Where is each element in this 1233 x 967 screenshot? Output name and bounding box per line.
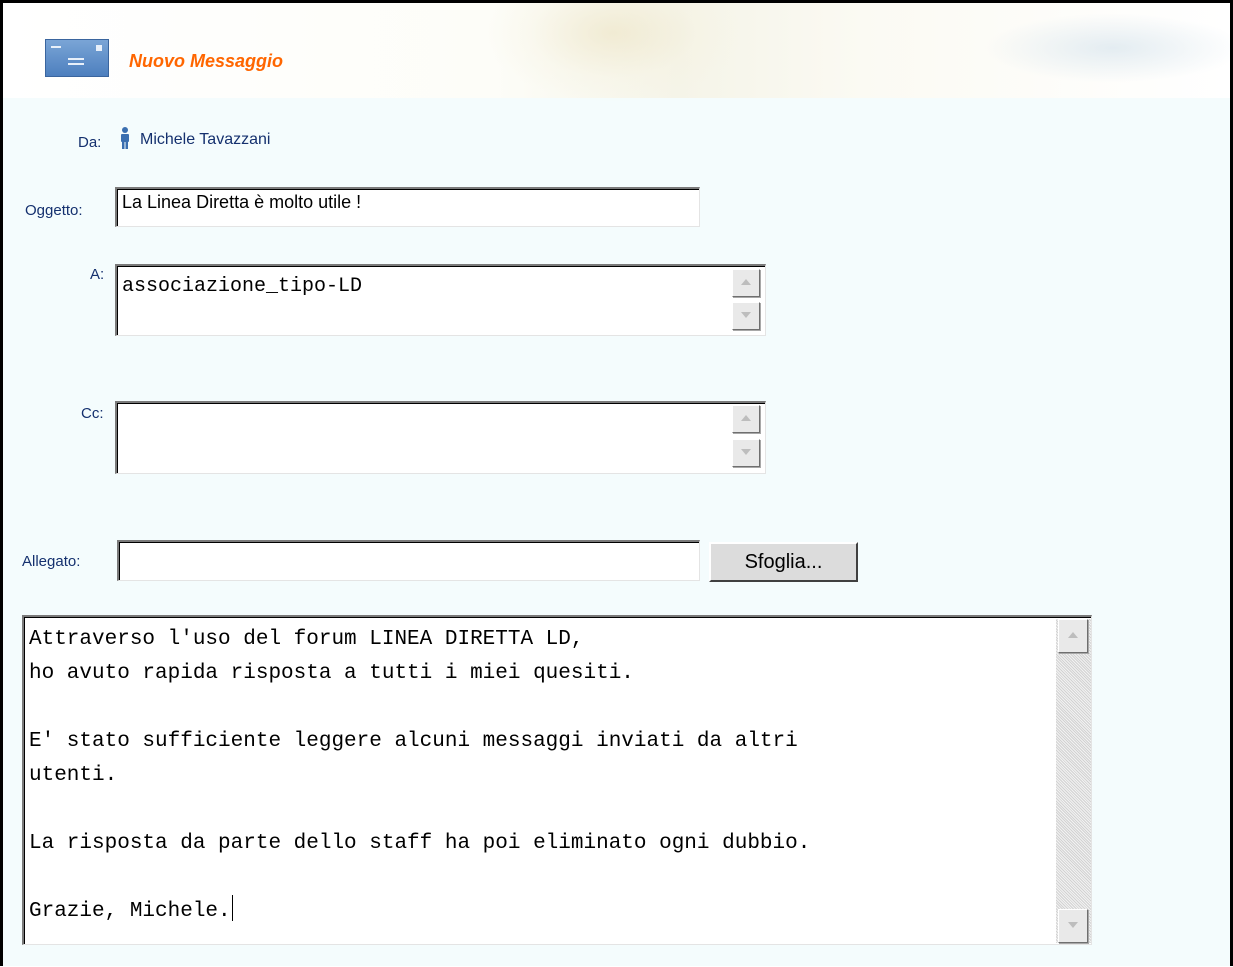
message-body-line	[29, 793, 810, 827]
message-body-line: La risposta da parte dello staff ha poi …	[29, 832, 811, 855]
attachment-value	[119, 542, 699, 545]
envelope-icon	[45, 39, 109, 77]
to-scroll-down-button[interactable]	[732, 302, 760, 330]
to-scroll-up-button[interactable]	[732, 269, 760, 297]
arrow-up-icon	[741, 279, 751, 285]
arrow-down-icon	[741, 449, 751, 455]
message-body-line: Grazie, Michele.	[29, 895, 810, 929]
attachment-label: Allegato:	[22, 553, 81, 570]
sender-name: Michele Tavazzani	[140, 131, 271, 148]
browse-button[interactable]: Sfoglia...	[709, 542, 858, 582]
to-textarea[interactable]: associazione_tipo-LD	[115, 264, 766, 336]
person-icon	[121, 127, 129, 149]
message-body-line: Attraverso l'uso del forum LINEA DIRETTA…	[29, 628, 584, 651]
cc-label: Cc:	[81, 405, 104, 422]
subject-value: La Linea Diretta è molto utile !	[122, 192, 362, 212]
message-compose-panel: Nuovo Messaggio Da: Michele Tavazzani Og…	[0, 0, 1233, 966]
body-scroll-down-button[interactable]	[1058, 909, 1088, 943]
message-body-line: utenti.	[29, 764, 118, 787]
arrow-up-icon	[741, 415, 751, 421]
arrow-down-icon	[1068, 922, 1078, 928]
message-body-line	[29, 691, 810, 725]
message-body-line: E' stato sufficiente leggere alcuni mess…	[29, 730, 798, 753]
message-body-line: ho avuto rapida risposta a tutti i miei …	[29, 662, 634, 685]
body-scrollbar[interactable]	[1056, 619, 1091, 943]
arrow-down-icon	[741, 312, 751, 318]
from-label: Da:	[78, 134, 102, 151]
cc-scroll-up-button[interactable]	[732, 405, 760, 433]
header-decoration	[483, 3, 743, 103]
message-body-textarea[interactable]: Attraverso l'uso del forum LINEA DIRETTA…	[22, 615, 1092, 945]
message-body-line	[29, 861, 810, 895]
body-scroll-up-button[interactable]	[1058, 619, 1088, 653]
arrow-up-icon	[1068, 632, 1078, 638]
text-caret	[231, 895, 233, 921]
page-title: Nuovo Messaggio	[129, 51, 284, 71]
to-value: associazione_tipo-LD	[122, 275, 363, 298]
subject-input[interactable]: La Linea Diretta è molto utile !	[115, 187, 700, 227]
header-decoration-right	[983, 13, 1230, 83]
subject-label: Oggetto:	[25, 202, 83, 219]
cc-scroll-down-button[interactable]	[732, 439, 760, 467]
to-label: A:	[90, 266, 105, 283]
message-body-text: Attraverso l'uso del forum LINEA DIRETTA…	[29, 623, 810, 929]
attachment-input[interactable]	[117, 540, 700, 581]
cc-textarea[interactable]	[115, 401, 766, 474]
